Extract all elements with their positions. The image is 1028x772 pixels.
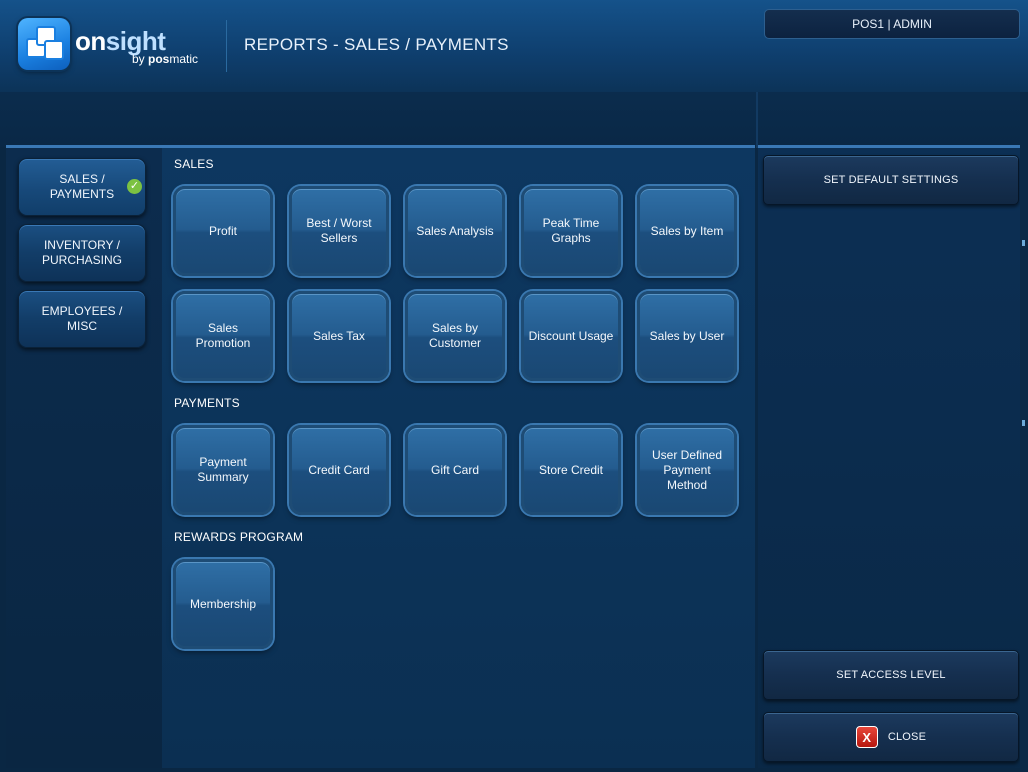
nav-label: PAYMENTS [49,187,115,201]
category-nav: SALES / PAYMENTS ✓ INVENTORY / PURCHASING … [6,148,162,768]
set-default-settings-button[interactable]: SET DEFAULT SETTINGS [763,155,1019,205]
tile-sales-by-item[interactable]: Sales by Item [637,186,737,276]
page-title: REPORTS - SALES / PAYMENTS [244,35,509,54]
checkmark-icon: ✓ [127,179,142,194]
nav-inventory-purchasing[interactable]: INVENTORY / PURCHASING [18,224,146,282]
tile-user-defined-payment-method[interactable]: User Defined Payment Method [637,425,737,515]
tile-credit-card[interactable]: Credit Card [289,425,389,515]
edge-marker [1022,420,1025,426]
set-access-level-button[interactable]: SET ACCESS LEVEL [763,650,1019,700]
onsight-logo-icon [18,18,70,70]
close-icon: X [855,726,878,748]
section-title-payments: PAYMENTS [174,396,240,410]
toolbar-band [0,92,1028,147]
tile-best-worst-sellers[interactable]: Best / Worst Sellers [289,186,389,276]
section-title-rewards: REWARDS PROGRAM [174,530,304,544]
band-separator [756,92,758,148]
tile-peak-time-graphs[interactable]: Peak Time Graphs [521,186,621,276]
tile-gift-card[interactable]: Gift Card [405,425,505,515]
logo-byline: by posmatic [132,52,199,66]
tile-store-credit[interactable]: Store Credit [521,425,621,515]
nav-label: EMPLOYEES / [41,304,123,318]
report-panel: SALES Profit Best / Worst Sellers Sales … [162,148,755,768]
tile-profit[interactable]: Profit [173,186,273,276]
edge-marker [1022,240,1025,246]
tile-sales-by-customer[interactable]: Sales by Customer [405,291,505,381]
tile-sales-by-user[interactable]: Sales by User [637,291,737,381]
nav-label: MISC [66,319,97,333]
nav-sales-payments[interactable]: SALES / PAYMENTS ✓ [18,158,146,216]
user-badge[interactable]: POS1 | ADMIN [764,9,1020,39]
close-label: CLOSE [887,731,927,743]
nav-label: PURCHASING [41,253,122,267]
window-edge [1020,92,1028,772]
tile-payment-summary[interactable]: Payment Summary [173,425,273,515]
tile-discount-usage[interactable]: Discount Usage [521,291,621,381]
nav-label: SALES / [59,172,105,186]
header-divider [226,20,227,72]
settings-panel: SET DEFAULT SETTINGS SET ACCESS LEVEL X … [758,148,1020,768]
close-button[interactable]: X CLOSE [763,712,1019,762]
tile-sales-promotion[interactable]: Sales Promotion [173,291,273,381]
tile-membership[interactable]: Membership [173,559,273,649]
tile-sales-analysis[interactable]: Sales Analysis [405,186,505,276]
section-title-sales: SALES [174,157,214,171]
nav-label: INVENTORY / [43,238,120,252]
tile-sales-tax[interactable]: Sales Tax [289,291,389,381]
nav-employees-misc[interactable]: EMPLOYEES / MISC [18,290,146,348]
